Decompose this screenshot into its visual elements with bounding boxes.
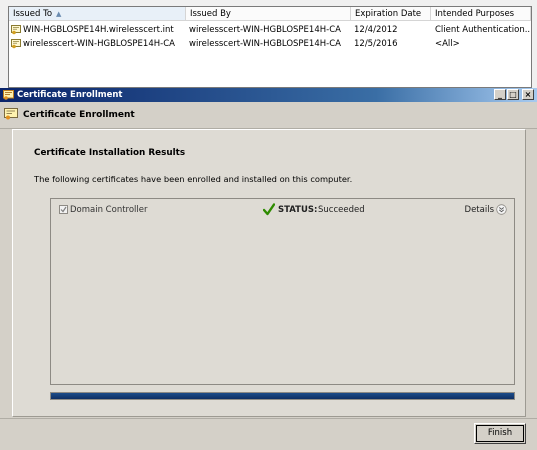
certificate-store-window: Issued To ▲ Issued By Expiration Date Int…: [0, 0, 537, 88]
progress-bar: [50, 392, 515, 400]
finish-button[interactable]: Finish: [474, 423, 526, 444]
dialog-title: Certificate Enrollment: [17, 90, 123, 100]
details-link[interactable]: Details: [465, 199, 494, 221]
list-item[interactable]: WIN-HGBLOSPE14H.wirelesscert.int wireles…: [9, 24, 531, 37]
certificate-icon: [4, 108, 18, 120]
cell-issued-by: wirelesscert-WIN-HGBLOSPE14H-CA: [189, 25, 341, 35]
certificate-icon: [11, 25, 21, 35]
column-issued-to[interactable]: Issued To ▲: [9, 7, 186, 21]
cell-expiration: 12/5/2016: [354, 39, 398, 49]
column-issued-by-label: Issued By: [190, 9, 231, 19]
minimize-button[interactable]: _: [494, 89, 506, 100]
column-purposes-label: Intended Purposes: [435, 9, 515, 19]
column-issued-to-label: Issued To: [13, 9, 53, 19]
cell-issued-by: wirelesscert-WIN-HGBLOSPE14H-CA: [189, 39, 341, 49]
cell-expiration: 12/4/2012: [354, 25, 398, 35]
results-list: Domain Controller STATUS: Succeeded Deta…: [50, 198, 515, 385]
list-item[interactable]: wirelesscert-WIN-HGBLOSPE14H-CA wireless…: [9, 38, 531, 51]
checkmark-icon: [263, 203, 275, 216]
result-row: Domain Controller STATUS: Succeeded Deta…: [51, 199, 514, 221]
sort-asc-icon: ▲: [56, 10, 62, 18]
section-description: The following certificates have been enr…: [34, 174, 353, 184]
section-title: Certificate Installation Results: [34, 148, 186, 158]
certificate-list[interactable]: Issued To ▲ Issued By Expiration Date Int…: [8, 6, 532, 88]
column-issued-by[interactable]: Issued By: [186, 7, 351, 21]
check-mark-icon: [60, 206, 67, 213]
maximize-button[interactable]: □: [507, 89, 519, 100]
wizard-header-title: Certificate Enrollment: [23, 110, 135, 120]
list-header: Issued To ▲ Issued By Expiration Date Int…: [9, 7, 531, 22]
certificate-icon: [3, 90, 14, 100]
wizard-header: Certificate Enrollment: [0, 102, 537, 129]
column-expiration-label: Expiration Date: [355, 9, 422, 19]
result-cert-name: Domain Controller: [70, 205, 148, 215]
cell-issued-to: wirelesscert-WIN-HGBLOSPE14H-CA: [23, 39, 175, 49]
cell-issued-to: WIN-HGBLOSPE14H.wirelesscert.int: [23, 25, 174, 35]
cell-purposes: <All>: [435, 39, 460, 49]
result-checkbox[interactable]: [59, 205, 68, 214]
dialog-titlebar[interactable]: Certificate Enrollment _ □ ×: [0, 88, 537, 102]
footer-divider: [0, 418, 537, 419]
certificate-icon: [11, 39, 21, 49]
cell-purposes: Client Authentication...: [435, 25, 530, 35]
status-value: Succeeded: [318, 205, 365, 215]
status-label: STATUS:: [278, 205, 318, 215]
column-expiration[interactable]: Expiration Date: [351, 7, 431, 21]
column-purposes[interactable]: Intended Purposes: [431, 7, 531, 21]
details-expand-icon[interactable]: [496, 204, 507, 215]
progress-fill: [51, 393, 514, 399]
close-button[interactable]: ×: [522, 89, 534, 100]
